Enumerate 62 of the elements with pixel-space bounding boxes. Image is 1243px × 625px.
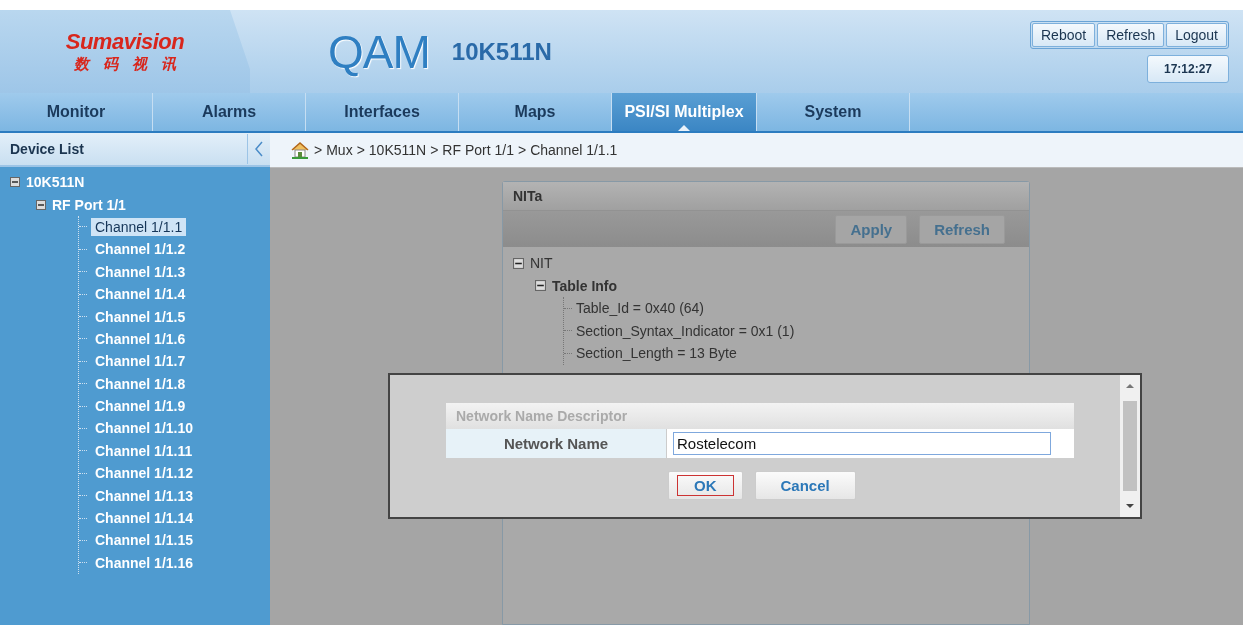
product-name: QAM [328, 24, 430, 79]
nav-tab[interactable]: Monitor [0, 93, 153, 131]
panel-button[interactable]: Refresh [919, 214, 1005, 244]
collapse-icon[interactable] [36, 199, 46, 210]
nav-tab[interactable]: PSI/SI Multiplex [612, 93, 757, 131]
breadcrumb-separator: > [430, 142, 439, 158]
channel-item[interactable]: Channel 1/1.14 [91, 509, 198, 528]
breadcrumb-separator: > [314, 142, 323, 158]
home-icon[interactable] [290, 141, 310, 159]
channel-item[interactable]: Channel 1/1.1 [91, 217, 187, 236]
panel-title: NITa [513, 188, 543, 204]
network-name-field[interactable]: Rostelecom [673, 432, 1051, 455]
section-title: Network Name Descriptor [456, 408, 628, 424]
breadcrumb-separator: > [517, 142, 527, 158]
channel-item[interactable]: Channel 1/1.11 [91, 441, 197, 460]
nav-tab[interactable]: Alarms [153, 93, 306, 131]
tree-node[interactable]: RF Port 1/1 [52, 196, 126, 213]
scrollbar[interactable] [1120, 375, 1140, 517]
collapse-icon[interactable] [535, 280, 546, 292]
scroll-down-icon[interactable] [1125, 501, 1135, 511]
dialog-button[interactable]: OK [668, 471, 743, 500]
channel-item[interactable]: Channel 1/1.15 [91, 531, 198, 550]
channel-item[interactable]: Channel 1/1.10 [91, 419, 198, 438]
brand-logo: Sumavision [65, 29, 185, 55]
collapse-icon[interactable] [513, 257, 524, 269]
channel-item[interactable]: Channel 1/1.5 [91, 307, 190, 326]
nav-tab[interactable]: System [757, 93, 910, 131]
field-entry: Section_Syntax_Indicator = 0x1 (1) [576, 322, 795, 339]
field-label: Network Name [446, 429, 667, 458]
header-button[interactable]: Reboot [1032, 22, 1096, 47]
breadcrumb-separator: > [356, 142, 365, 158]
tree-node[interactable]: NIT [530, 255, 553, 272]
brand-subtitle: 数码视讯 [74, 55, 190, 74]
breadcrumb-item[interactable]: 10K511N [368, 142, 427, 158]
device-model: 10K511N [451, 37, 552, 66]
field-entry: Section_Length = 13 Byte [576, 345, 737, 362]
header-button[interactable]: Refresh [1097, 22, 1165, 47]
header-button[interactable]: Logout [1166, 22, 1227, 47]
channel-item[interactable]: Channel 1/1.7 [91, 352, 190, 371]
clock: 17:12:27 [1146, 54, 1229, 83]
breadcrumb-item[interactable]: Channel 1/1.1 [530, 142, 618, 158]
channel-item[interactable]: Channel 1/1.13 [91, 486, 198, 505]
channel-item[interactable]: Channel 1/1.2 [91, 240, 190, 259]
scroll-up-icon[interactable] [1125, 381, 1135, 391]
channel-item[interactable]: Channel 1/1.8 [91, 374, 190, 393]
channel-item[interactable]: Channel 1/1.12 [91, 464, 198, 483]
channel-item[interactable]: Channel 1/1.6 [91, 329, 190, 348]
dialog-button[interactable]: Cancel [754, 471, 856, 500]
channel-item[interactable]: Channel 1/1.16 [91, 553, 198, 572]
breadcrumb-item[interactable]: Mux [326, 142, 353, 158]
panel-button[interactable]: Apply [835, 214, 908, 244]
breadcrumb-item[interactable]: RF Port 1/1 [442, 142, 514, 158]
channel-item[interactable]: Channel 1/1.3 [91, 262, 190, 281]
nav-tab[interactable]: Interfaces [306, 93, 459, 131]
tree-node[interactable]: Table Info [552, 277, 618, 294]
collapse-icon[interactable] [10, 177, 20, 188]
channel-item[interactable]: Channel 1/1.9 [91, 397, 190, 416]
field-entry: Table_Id = 0x40 (64) [576, 300, 705, 317]
scroll-thumb[interactable] [1123, 401, 1137, 491]
sidebar-title: Device List [10, 141, 84, 157]
tree-node[interactable]: 10K511N [26, 174, 85, 191]
channel-item[interactable]: Channel 1/1.4 [91, 285, 190, 304]
